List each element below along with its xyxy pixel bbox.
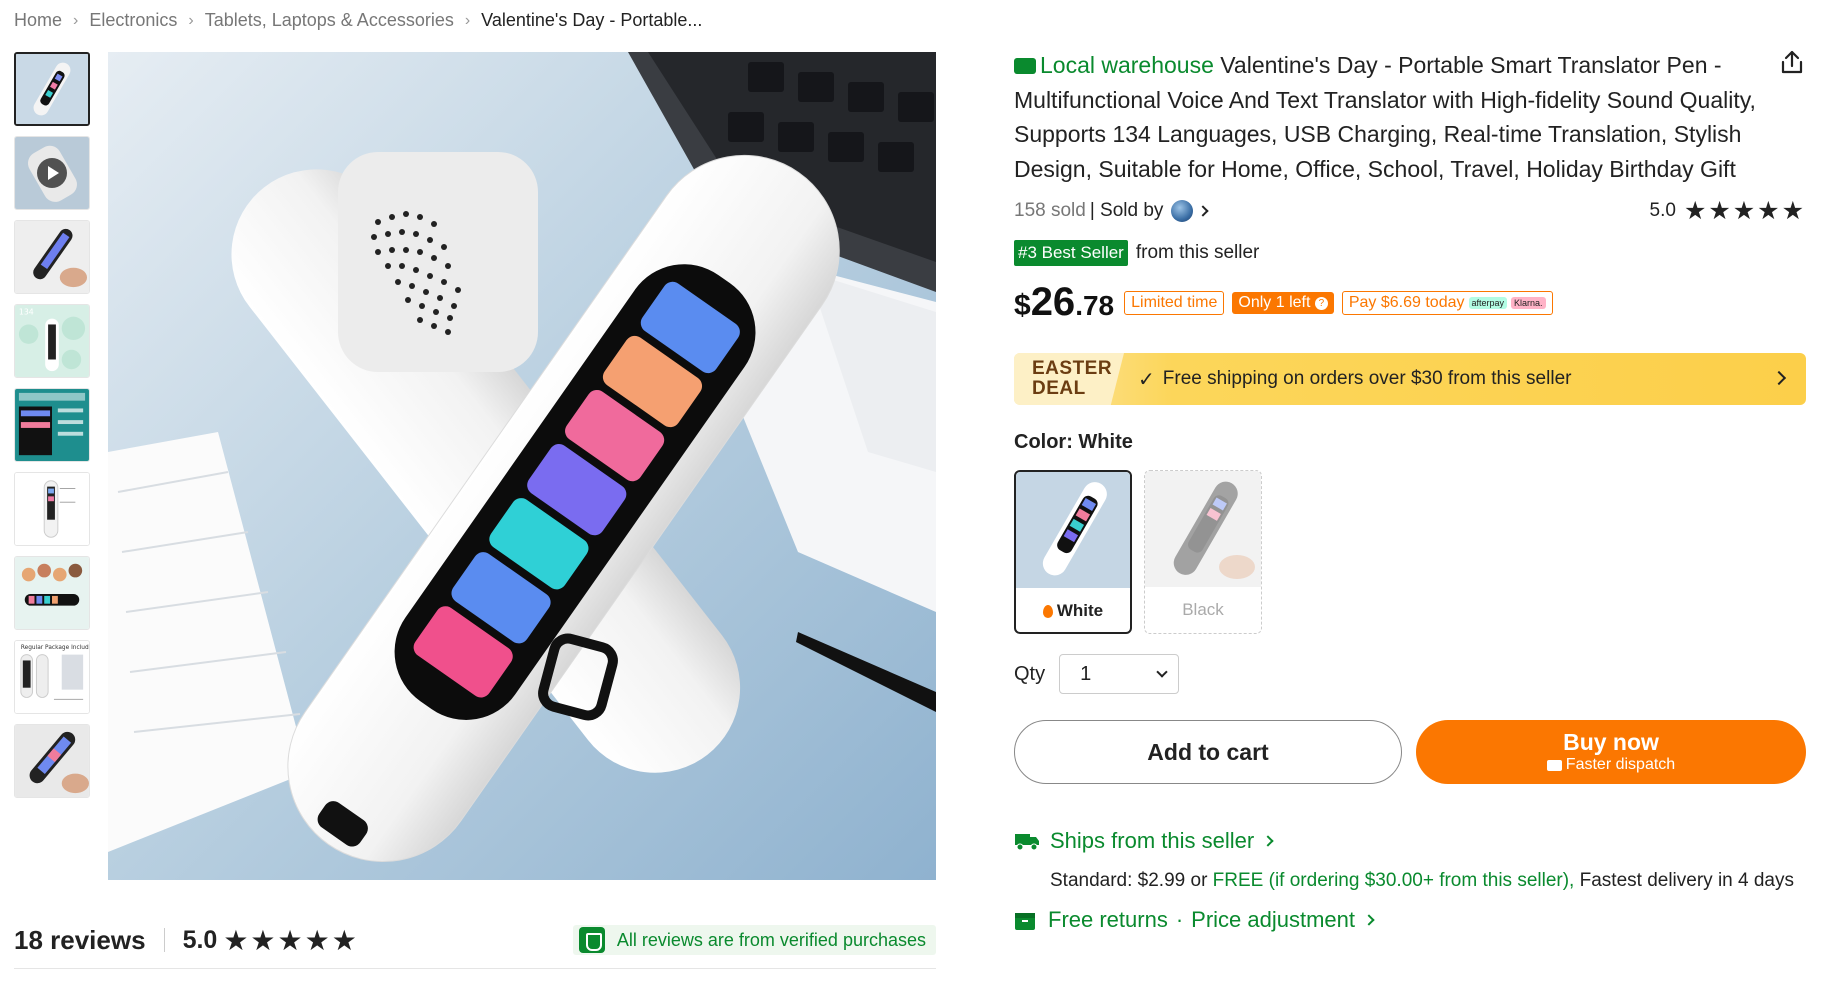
check-icon: ✓ <box>1138 368 1155 391</box>
returns-icon <box>1015 913 1035 930</box>
thumbnail-7[interactable] <box>14 556 90 630</box>
shield-check-icon <box>578 927 605 953</box>
thumbnail-8[interactable]: Regular Package Included <box>14 640 90 714</box>
reviews-count[interactable]: 18 reviews <box>14 925 146 956</box>
local-warehouse-label[interactable]: Local warehouse <box>1014 52 1214 78</box>
sales-meta-row: 158 sold | Sold by 5.0 ★★★★★ <box>1014 196 1806 226</box>
purchase-buttons: Add to cart Buy now Faster dispatch <box>1014 720 1806 784</box>
swatch-label: Black <box>1182 600 1224 619</box>
color-swatches: White Black <box>1014 470 1806 634</box>
verified-purchases-badge: All reviews are from verified purchases <box>572 925 936 955</box>
star-rating-icon: ★★★★★ <box>1683 197 1806 225</box>
free-shipping-text: Free shipping on orders over $30 from th… <box>1162 368 1572 389</box>
thumbnail-video[interactable] <box>14 136 90 210</box>
ships-from-seller-link[interactable]: Ships from this seller <box>1014 828 1806 854</box>
truck-icon <box>1015 834 1039 851</box>
free-shipping-condition: FREE (if ordering $30.00+ from this sell… <box>1212 870 1575 891</box>
price-row: $ 26 .78 Limited time Only 1 left ? Pay … <box>1014 280 1806 325</box>
breadcrumb-separator-icon: › <box>73 11 79 29</box>
qty-label: Qty <box>1014 662 1046 685</box>
star-rating-icon: ★★★★★ <box>223 924 359 956</box>
breadcrumb-electronics[interactable]: Electronics <box>89 10 177 31</box>
qty-value: 1 <box>1080 662 1092 685</box>
truck-icon <box>1546 759 1562 771</box>
thumbnail-list: 134 Regular Package Included <box>14 52 90 808</box>
chevron-right-icon <box>1771 370 1787 386</box>
best-seller-row: #3 Best Seller from this seller <box>1014 240 1806 266</box>
afterpay-logo: afterpay <box>1468 296 1508 309</box>
breadcrumb-separator-icon: › <box>188 11 194 29</box>
svg-text:Regular Package Included: Regular Package Included <box>21 645 89 651</box>
breadcrumb-separator-icon: › <box>464 11 471 29</box>
quantity-row: Qty 1 <box>1014 654 1806 694</box>
shipping-detail: Standard: $2.99 or FREE (if ordering $30… <box>1050 870 1794 891</box>
best-seller-suffix: from this seller <box>1135 242 1260 263</box>
seller-avatar[interactable] <box>1171 200 1194 222</box>
product-rating[interactable]: 5.0 ★★★★★ <box>1650 196 1806 226</box>
thumbnail-5[interactable] <box>14 388 90 462</box>
buy-now-label: Buy now <box>1563 729 1659 755</box>
swatch-image <box>1145 471 1261 587</box>
reviews-summary: 18 reviews 5.0 ★★★★★ All reviews are fro… <box>14 920 936 960</box>
thumbnail-1[interactable] <box>14 52 90 126</box>
price-adjustment-text: Price adjustment <box>1191 907 1356 932</box>
share-icon[interactable] <box>1778 48 1806 76</box>
product-rating-value: 5.0 <box>1649 200 1676 221</box>
price: $ 26 .78 <box>1014 280 1115 324</box>
divider <box>14 968 936 969</box>
breadcrumb: Home › Electronics › Tablets, Laptops & … <box>14 10 702 31</box>
swatch-image <box>1016 472 1130 588</box>
free-returns-text: Free returns <box>1048 907 1168 932</box>
only-left-tag: Only 1 left ? <box>1232 291 1334 314</box>
quantity-select[interactable]: 1 <box>1059 654 1180 694</box>
thumbnail-6[interactable] <box>14 472 90 546</box>
hot-icon <box>1042 604 1053 618</box>
thumbnail-4[interactable]: 134 <box>14 304 90 378</box>
color-label: Color: White <box>1014 431 1133 453</box>
sold-count: 158 sold <box>1014 200 1086 221</box>
breadcrumb-current: Valentine's Day - Portable... <box>481 10 703 30</box>
klarna-logo: Klarna. <box>1511 296 1546 309</box>
best-seller-badge: #3 Best Seller <box>1014 240 1128 266</box>
product-title: Local warehouse Valentine's Day - Portab… <box>1014 48 1756 186</box>
breadcrumb-home[interactable]: Home <box>14 10 62 31</box>
pay-later-tag[interactable]: Pay $6.69 today afterpay Klarna. <box>1341 290 1553 315</box>
easter-deal-badge: EASTER DEAL <box>1014 353 1124 405</box>
verified-purchases-text: All reviews are from verified purchases <box>616 929 926 950</box>
returns-row[interactable]: Free returns · Price adjustment <box>1014 907 1806 933</box>
breadcrumb-tablets[interactable]: Tablets, Laptops & Accessories <box>205 10 454 31</box>
color-option-white[interactable]: White <box>1014 470 1132 634</box>
chevron-down-icon <box>1156 666 1168 678</box>
chevron-right-icon[interactable] <box>1197 205 1210 217</box>
chevron-right-icon <box>1262 835 1274 847</box>
play-icon <box>37 158 67 188</box>
svg-text:134: 134 <box>19 308 34 317</box>
swatch-label: White <box>1016 588 1130 632</box>
truck-icon <box>1014 58 1036 74</box>
product-info-panel: Local warehouse Valentine's Day - Portab… <box>1014 48 1806 933</box>
add-to-cart-button[interactable]: Add to cart <box>1014 720 1402 784</box>
separator: · <box>1175 907 1184 932</box>
thumbnail-9[interactable] <box>14 724 90 798</box>
info-icon[interactable]: ? <box>1314 296 1328 310</box>
easter-deal-banner[interactable]: EASTER DEAL ✓ Free shipping on orders ov… <box>1014 353 1806 405</box>
ships-from-text: Ships from this seller <box>1050 828 1255 853</box>
faster-dispatch-label: Faster dispatch <box>1546 755 1675 775</box>
limited-time-tag: Limited time <box>1124 290 1225 315</box>
color-option-black[interactable]: Black <box>1144 470 1262 634</box>
chevron-right-icon <box>1363 914 1375 926</box>
reviews-rating: 5.0 <box>182 925 218 954</box>
thumbnail-3[interactable] <box>14 220 90 294</box>
title-row: Local warehouse Valentine's Day - Portab… <box>1014 48 1806 186</box>
buy-now-button[interactable]: Buy now Faster dispatch <box>1416 720 1806 784</box>
main-product-image[interactable] <box>108 52 936 880</box>
divider <box>163 928 165 952</box>
sold-by-label: | Sold by <box>1089 200 1164 221</box>
